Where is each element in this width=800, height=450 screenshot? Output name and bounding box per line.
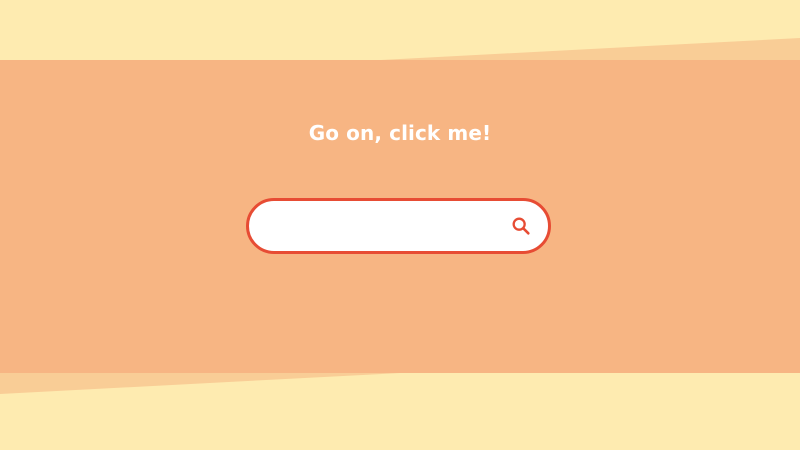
- search-icon: [512, 217, 530, 235]
- call-to-action-heading: Go on, click me!: [308, 121, 492, 145]
- search-input[interactable]: [271, 200, 508, 252]
- search-button[interactable]: [508, 213, 534, 239]
- search-bar[interactable]: [246, 198, 551, 254]
- page: Go on, click me!: [0, 0, 800, 450]
